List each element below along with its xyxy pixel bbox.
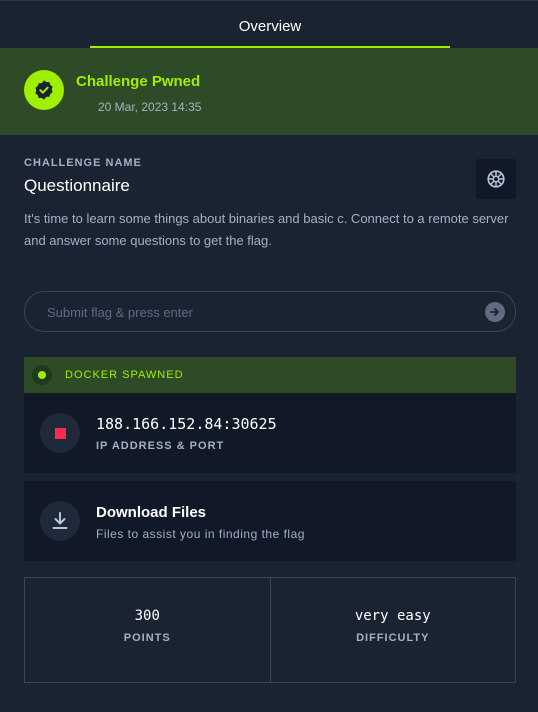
docker-status-text: DOCKER SPAWNED: [65, 369, 184, 381]
pwned-date: 20 Mar, 2023 14:35: [98, 100, 202, 114]
points-stat: 300 POINTS: [25, 578, 270, 682]
category-button[interactable]: [476, 159, 516, 199]
challenge-name-label: CHALLENGE NAME: [24, 157, 142, 169]
arrow-right-icon: [490, 308, 499, 316]
stop-instance-button[interactable]: [40, 413, 80, 453]
challenge-name: Questionnaire: [24, 176, 130, 195]
points-value: 300: [134, 608, 160, 624]
download-files-panel[interactable]: Download Files Files to assist you in fi…: [24, 481, 516, 561]
docker-status-bar: DOCKER SPAWNED: [24, 357, 516, 393]
ip-panel: 188.166.152.84:30625 IP ADDRESS & PORT: [24, 393, 516, 473]
difficulty-value: very easy: [354, 608, 431, 624]
ip-address-label: IP ADDRESS & PORT: [96, 440, 225, 452]
stop-icon: [54, 427, 66, 439]
download-icon: [52, 512, 68, 529]
ip-address-port[interactable]: 188.166.152.84:30625: [96, 415, 277, 433]
brain-icon: [487, 170, 505, 188]
status-dot-icon: [32, 365, 52, 385]
tab-overview-label: Overview: [238, 18, 302, 35]
check-badge-icon: [24, 70, 64, 110]
download-files-subtitle: Files to assist you in finding the flag: [96, 527, 305, 541]
points-label: POINTS: [123, 632, 171, 644]
flag-input[interactable]: [45, 292, 469, 333]
challenge-description: It's time to learn some things about bin…: [24, 211, 509, 248]
pwned-title: Challenge Pwned: [76, 73, 201, 90]
submit-flag-button[interactable]: [485, 302, 505, 322]
tab-bar: Overview: [0, 0, 538, 49]
challenge-stats: 300 POINTS very easy DIFFICULTY: [24, 577, 516, 683]
download-button[interactable]: [40, 501, 80, 541]
tab-overview[interactable]: Overview: [90, 1, 450, 49]
download-files-title: Download Files: [96, 504, 207, 521]
difficulty-label: DIFFICULTY: [356, 632, 430, 644]
pwned-banner: Challenge Pwned 20 Mar, 2023 14:35: [0, 48, 538, 135]
difficulty-stat: very easy DIFFICULTY: [269, 578, 516, 682]
flag-input-container: [24, 291, 516, 333]
